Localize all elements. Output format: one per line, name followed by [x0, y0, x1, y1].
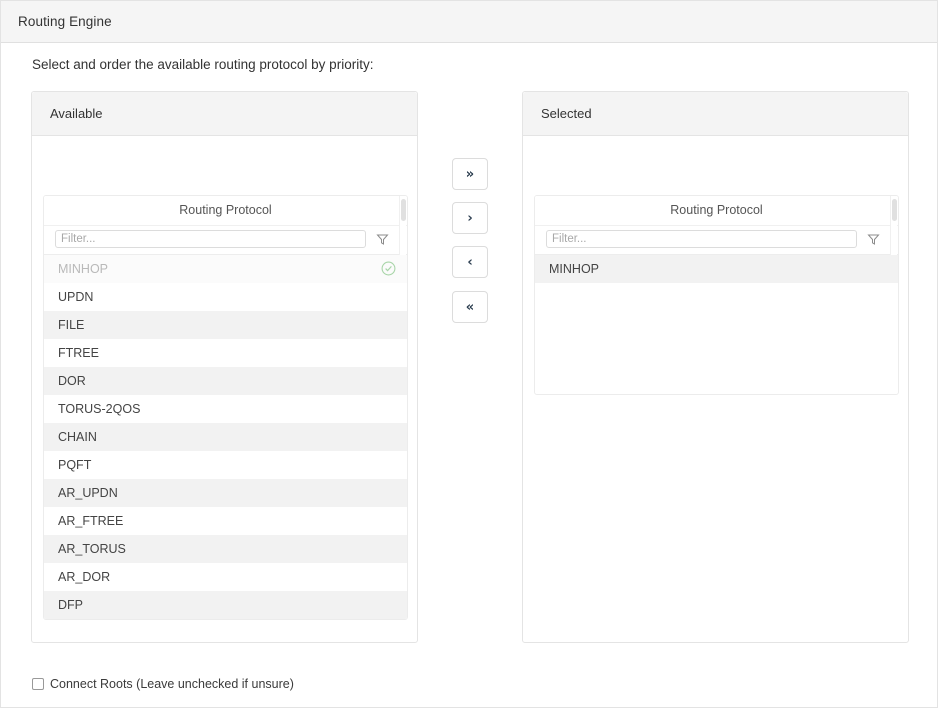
selected-scrollbar-thumb[interactable]	[892, 199, 897, 221]
table-row[interactable]: TORUS-2QOS	[44, 395, 407, 423]
table-row-label: PQFT	[58, 458, 91, 472]
available-table-body: MINHOP UPDN FILE FTREE	[44, 255, 407, 619]
chevron-right-icon: ›	[453, 203, 487, 233]
window-titlebar: Routing Engine	[1, 1, 938, 43]
selected-column-header-label: Routing Protocol	[535, 203, 898, 217]
chevron-left-icon: ‹	[453, 247, 487, 277]
move-all-right-button[interactable]: »	[452, 158, 488, 190]
move-left-button[interactable]: ‹	[452, 246, 488, 278]
selected-panel-header: Selected	[523, 92, 908, 136]
filter-funnel-icon[interactable]	[867, 233, 880, 246]
table-row[interactable]: DFP	[44, 591, 407, 619]
circle-check-icon	[381, 261, 396, 276]
connect-roots-label: Connect Roots (Leave unchecked if unsure…	[50, 677, 294, 691]
table-row[interactable]: AR_UPDN	[44, 479, 407, 507]
available-scrollbar-thumb[interactable]	[401, 199, 406, 221]
table-row-label: AR_UPDN	[58, 486, 118, 500]
page-title: Routing Engine	[18, 14, 112, 29]
table-row[interactable]: MINHOP	[535, 255, 898, 283]
table-row[interactable]: CHAIN	[44, 423, 407, 451]
filter-funnel-icon[interactable]	[376, 233, 389, 246]
available-column-header-label: Routing Protocol	[44, 203, 407, 217]
table-row[interactable]: AR_FTREE	[44, 507, 407, 535]
available-table: Routing Protocol MINHOP	[43, 195, 408, 620]
selected-table-empty-area	[535, 283, 898, 379]
instruction-text: Select and order the available routing p…	[32, 57, 373, 72]
available-panel-header: Available	[32, 92, 417, 136]
available-panel: Available Routing Protocol MINHOP	[31, 91, 418, 643]
table-row[interactable]: FILE	[44, 311, 407, 339]
available-table-scrollbar[interactable]	[399, 196, 406, 255]
double-chevron-left-icon: «	[453, 292, 487, 322]
selected-filter-row	[535, 226, 898, 255]
selected-table-scrollbar[interactable]	[890, 196, 897, 255]
available-column-header-row: Routing Protocol	[44, 196, 407, 226]
connect-roots-checkbox-group[interactable]: Connect Roots (Leave unchecked if unsure…	[32, 677, 294, 691]
routing-engine-page: Routing Engine Select and order the avai…	[0, 0, 938, 708]
selected-table: Routing Protocol MINHOP	[534, 195, 899, 395]
selected-column-header-row: Routing Protocol	[535, 196, 898, 226]
table-row[interactable]: PQFT	[44, 451, 407, 479]
table-row-label: FTREE	[58, 346, 99, 360]
selected-filter-input[interactable]	[546, 230, 857, 248]
double-chevron-right-icon: »	[453, 159, 487, 189]
table-row-label: DOR	[58, 374, 86, 388]
selected-panel-title: Selected	[541, 106, 592, 121]
table-row[interactable]: MINHOP	[44, 255, 407, 283]
available-filter-row	[44, 226, 407, 255]
table-row-label: CHAIN	[58, 430, 97, 444]
table-row[interactable]: UPDN	[44, 283, 407, 311]
available-filter-input[interactable]	[55, 230, 366, 248]
table-row-label: DFP	[58, 598, 83, 612]
table-row[interactable]: FTREE	[44, 339, 407, 367]
move-all-left-button[interactable]: «	[452, 291, 488, 323]
table-row-label: UPDN	[58, 290, 93, 304]
table-row-label: MINHOP	[549, 262, 599, 276]
table-row-label: AR_FTREE	[58, 514, 123, 528]
move-right-button[interactable]: ›	[452, 202, 488, 234]
selected-table-body: MINHOP	[535, 255, 898, 379]
table-row[interactable]: DOR	[44, 367, 407, 395]
connect-roots-checkbox[interactable]	[32, 678, 44, 690]
table-row[interactable]: AR_TORUS	[44, 535, 407, 563]
table-row-label: AR_DOR	[58, 570, 110, 584]
table-row[interactable]: AR_DOR	[44, 563, 407, 591]
table-row-label: TORUS-2QOS	[58, 402, 140, 416]
table-row-label: MINHOP	[58, 262, 108, 276]
selected-panel: Selected Routing Protocol MINHOP	[522, 91, 909, 643]
table-row-label: AR_TORUS	[58, 542, 126, 556]
available-panel-title: Available	[50, 106, 103, 121]
table-row-label: FILE	[58, 318, 84, 332]
